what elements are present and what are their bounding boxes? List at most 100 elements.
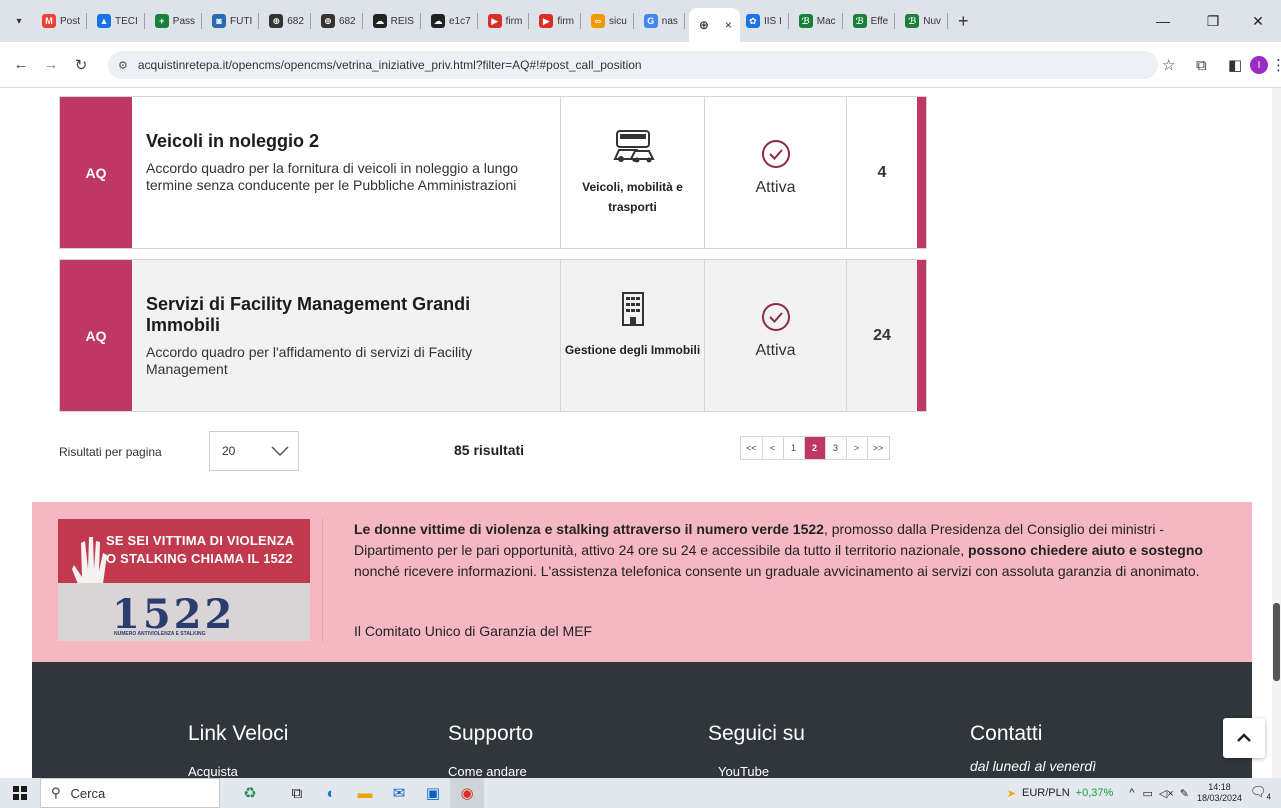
browser-menu-icon[interactable]: ⋮ bbox=[1271, 42, 1281, 88]
browser-tab[interactable]: + Pass bbox=[149, 6, 206, 36]
tab-separator bbox=[309, 13, 311, 29]
tab-title: REIS bbox=[390, 15, 414, 27]
tab-title: IIS I bbox=[763, 15, 782, 27]
vehicles-icon bbox=[612, 130, 655, 163]
browser-tab[interactable]: ℬ Effe bbox=[847, 6, 900, 36]
windows-start-icon[interactable] bbox=[0, 778, 40, 808]
banner-text: Le donne vittime di violenza e stalking … bbox=[354, 521, 1203, 579]
windows-taskbar: ⚲ Cerca ♻ ⧉ ◐ ▬ ✉ ▣ ◉ ➤ EUR/PLN +0,37% ^… bbox=[0, 778, 1281, 808]
globe-icon: ⊕ bbox=[696, 18, 711, 32]
chrome-icon[interactable]: ◉ bbox=[450, 778, 484, 808]
address-bar[interactable]: ⚙ acquistinretepa.it/opencms/opencms/vet… bbox=[108, 51, 1158, 79]
bookmark-star-icon[interactable]: ☆ bbox=[1162, 42, 1175, 88]
pagination-item[interactable]: 2 bbox=[804, 437, 826, 459]
footer-link-youtube[interactable]: YouTube bbox=[718, 764, 769, 778]
tab-title: FUTI bbox=[230, 15, 253, 27]
restore-icon[interactable]: ❐ bbox=[1190, 0, 1236, 42]
browser-tab[interactable]: ▶ firm bbox=[482, 6, 534, 36]
card-title[interactable]: Servizi di Facility Management Grandi Im… bbox=[146, 294, 544, 336]
browser-tab[interactable]: ⊕ 682 bbox=[315, 6, 367, 36]
notification-count: 4 bbox=[1266, 792, 1271, 802]
tab-separator bbox=[361, 13, 363, 29]
results-per-page-select[interactable]: 20 bbox=[209, 431, 299, 471]
pagination-item[interactable]: >> bbox=[867, 437, 889, 459]
pagination-item[interactable]: < bbox=[762, 437, 784, 459]
banner-1522-image[interactable]: SE SEI VITTIMA DI VIOLENZA O STALKING CH… bbox=[58, 519, 310, 641]
browser-tab[interactable]: ✿ IIS I bbox=[740, 6, 793, 36]
mail-icon[interactable]: ✉ bbox=[382, 778, 416, 808]
pagination-item[interactable]: << bbox=[741, 437, 763, 459]
forward-icon[interactable]: → bbox=[36, 56, 66, 73]
footer-link-support[interactable]: Come andare bbox=[448, 764, 527, 778]
browser-tab[interactable]: ℬ Mac bbox=[793, 6, 847, 36]
file-explorer-icon[interactable]: ▬ bbox=[348, 778, 382, 808]
card-category-label: Gestione degli Immobili bbox=[564, 343, 701, 357]
browser-tab[interactable]: ▲ TECI bbox=[91, 6, 149, 36]
tab-separator bbox=[476, 13, 478, 29]
tab-search-chevron-icon[interactable]: ▾ bbox=[8, 10, 30, 32]
card-status-label: Attiva bbox=[755, 342, 796, 359]
tab-active[interactable]: ⊕ × bbox=[688, 8, 740, 42]
browser-tab[interactable]: Gnas bbox=[638, 6, 689, 36]
reload-icon[interactable]: ↻ bbox=[66, 56, 96, 74]
back-to-top-button[interactable] bbox=[1223, 718, 1265, 758]
back-icon[interactable]: ← bbox=[6, 56, 36, 73]
tab-favicon-icon: ▶ bbox=[487, 14, 502, 28]
scrollbar-thumb[interactable] bbox=[1273, 603, 1280, 681]
tab-title: Post bbox=[60, 15, 81, 27]
recycle-icon[interactable]: ♻ bbox=[220, 778, 280, 808]
new-tab-button[interactable]: + bbox=[958, 11, 969, 32]
initiative-card[interactable]: AQ Servizi di Facility Management Grandi… bbox=[59, 259, 927, 412]
minimize-icon[interactable]: — bbox=[1140, 0, 1186, 42]
chevron-down-icon bbox=[271, 446, 289, 457]
browser-tab[interactable]: ☁ REIS bbox=[367, 6, 425, 36]
close-window-icon[interactable]: ✕ bbox=[1235, 0, 1281, 42]
task-view-icon[interactable]: ⧉ bbox=[280, 778, 314, 808]
edge-browser-icon[interactable]: ◐ bbox=[314, 778, 348, 808]
pen-icon[interactable]: ✎ bbox=[1180, 787, 1189, 800]
footer-link-acquista[interactable]: Acquista bbox=[188, 764, 238, 778]
tab-favicon-icon: ℬ bbox=[905, 14, 920, 28]
extensions-icon[interactable]: ⧉ bbox=[1196, 42, 1207, 88]
tab-separator bbox=[528, 13, 530, 29]
browser-tab[interactable]: ∞ sicu bbox=[585, 6, 638, 36]
side-panel-icon[interactable]: ◧ bbox=[1228, 42, 1242, 88]
initiative-card[interactable]: AQ Veicoli in noleggio 2 Accordo quadro … bbox=[59, 96, 927, 249]
tab-favicon-icon: + bbox=[154, 14, 169, 28]
tab-favicon-icon: ∞ bbox=[591, 14, 605, 28]
results-count: 85 risultati bbox=[454, 442, 525, 458]
browser-tab[interactable]: ◙ FUTI bbox=[206, 6, 263, 36]
pagination-item[interactable]: 3 bbox=[825, 437, 847, 459]
tab-favicon-icon: ℬ bbox=[798, 14, 813, 28]
card-title[interactable]: Veicoli in noleggio 2 bbox=[146, 131, 544, 152]
close-tab-icon[interactable]: × bbox=[725, 18, 732, 32]
browser-tab[interactable]: ℬ Nuv bbox=[899, 6, 952, 36]
taskbar-search[interactable]: ⚲ Cerca bbox=[40, 778, 220, 808]
browser-tab[interactable]: ⊕ 682 bbox=[263, 6, 315, 36]
search-icon: ⚲ bbox=[51, 785, 61, 800]
pagination-item[interactable]: 1 bbox=[783, 437, 805, 459]
cug-mef-link[interactable]: Il Comitato Unico di Garanzia del MEF bbox=[354, 623, 592, 639]
network-icon[interactable]: ▭ bbox=[1142, 787, 1152, 800]
taskbar-clock[interactable]: 14:18 18/03/2024 bbox=[1197, 782, 1242, 804]
check-circle-icon bbox=[761, 140, 790, 168]
photos-icon[interactable]: ▣ bbox=[416, 778, 450, 808]
profile-avatar[interactable]: I bbox=[1250, 42, 1268, 88]
tab-title: nas bbox=[661, 15, 678, 27]
banner-image-headline: SE SEI VITTIMA DI VIOLENZA O STALKING CH… bbox=[106, 533, 295, 566]
browser-tab[interactable]: ▶ firm bbox=[533, 6, 585, 36]
tab-title: sicu bbox=[609, 15, 627, 27]
tab-separator bbox=[86, 13, 88, 29]
site-settings-icon[interactable]: ⚙ bbox=[118, 59, 128, 72]
ticker-label[interactable]: EUR/PLN bbox=[1022, 787, 1070, 799]
browser-tab[interactable]: M Post bbox=[36, 6, 91, 36]
notifications-icon[interactable]: 🗨4 bbox=[1250, 784, 1271, 802]
card-description: Accordo quadro per la fornitura di veico… bbox=[146, 160, 519, 193]
tab-favicon-icon: ▶ bbox=[539, 14, 554, 28]
tray-chevron-icon[interactable]: ^ bbox=[1129, 787, 1134, 799]
tab-favicon-icon: ☁ bbox=[430, 14, 445, 28]
volume-muted-icon[interactable]: ◁× bbox=[1159, 787, 1174, 800]
pagination-item[interactable]: > bbox=[846, 437, 868, 459]
browser-tab[interactable]: ☁ e1c7 bbox=[425, 6, 482, 36]
page-scrollbar[interactable] bbox=[1272, 88, 1281, 778]
